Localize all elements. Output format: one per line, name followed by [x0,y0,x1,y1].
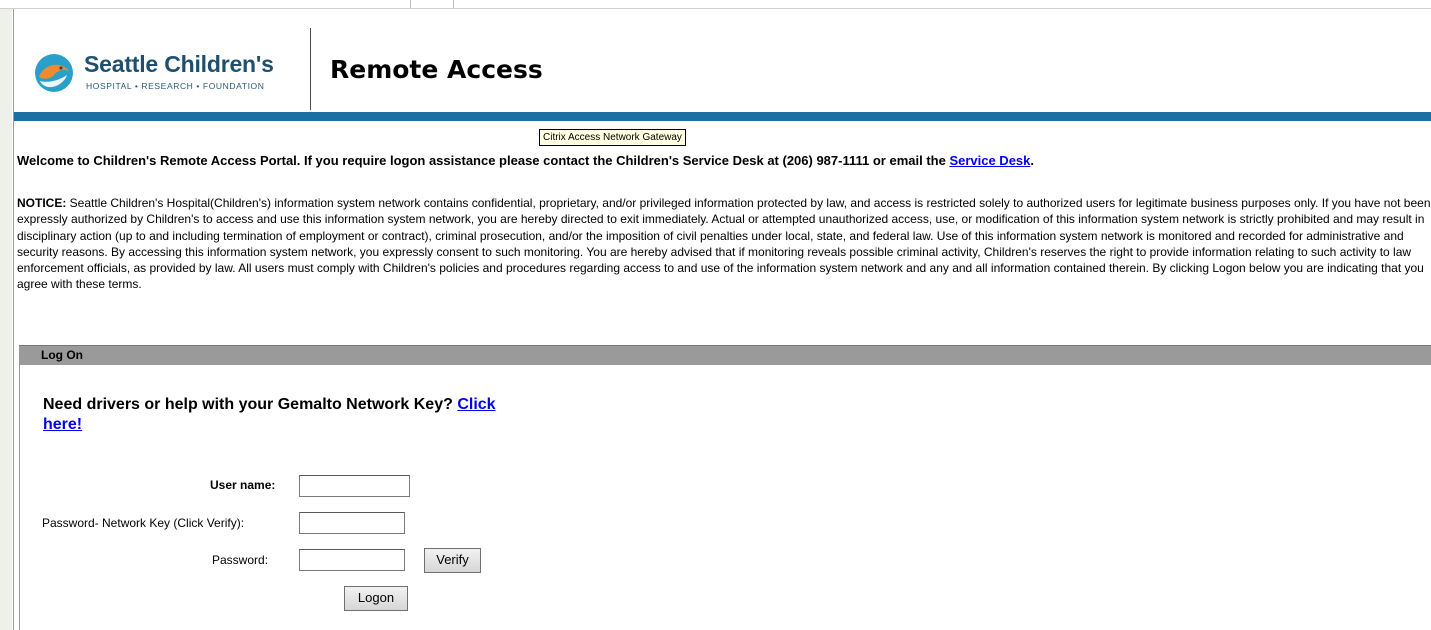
tooltip: Citrix Access Network Gateway [539,129,686,146]
page-title: Remote Access [330,55,543,84]
notice-label: NOTICE: [17,196,67,210]
logo-whale-icon [35,54,73,92]
username-input[interactable] [299,475,410,497]
welcome-suffix: . [1030,153,1035,168]
logo-tagline: HOSPITAL • RESEARCH • FOUNDATION [86,81,265,91]
legal-notice: NOTICE: Seattle Children's Hospital(Chil… [17,195,1431,293]
welcome-text: Welcome to Children's Remote Access Port… [17,153,950,168]
network-key-input[interactable] [299,512,405,534]
header: Seattle Children's HOSPITAL • RESEARCH •… [14,9,1431,112]
notice-text: Seattle Children's Hospital(Children's) … [17,196,1431,292]
page: Seattle Children's HOSPITAL • RESEARCH •… [0,0,1431,630]
verify-button[interactable]: Verify [424,548,481,573]
password-input[interactable] [299,549,405,571]
network-key-label: Password- Network Key (Click Verify): [42,516,245,530]
welcome-message: Welcome to Children's Remote Access Port… [17,153,1034,168]
logo-name: Seattle Children's [84,51,274,77]
service-desk-link[interactable]: Service Desk [949,153,1030,168]
logon-button[interactable]: Logon [344,586,408,611]
edge-mark [453,0,454,8]
logon-panel: Need drivers or help with your Gemalto N… [19,365,1431,630]
portal-content: Seattle Children's HOSPITAL • RESEARCH •… [13,9,1431,630]
driver-help-label: Need drivers or help with your Gemalto N… [43,396,458,413]
background-edge [0,0,12,630]
logon-section-title: Log On [41,348,83,362]
password-label: Password: [212,553,269,567]
username-label: User name: [210,478,276,492]
driver-help-text: Need drivers or help with your Gemalto N… [43,395,503,435]
logon-section-header: Log On [19,345,1431,365]
header-band [14,112,1431,121]
header-divider [310,28,311,110]
edge-mark [410,0,411,8]
top-edge [0,0,1431,9]
seattle-childrens-logo: Seattle Children's HOSPITAL • RESEARCH •… [34,51,314,93]
